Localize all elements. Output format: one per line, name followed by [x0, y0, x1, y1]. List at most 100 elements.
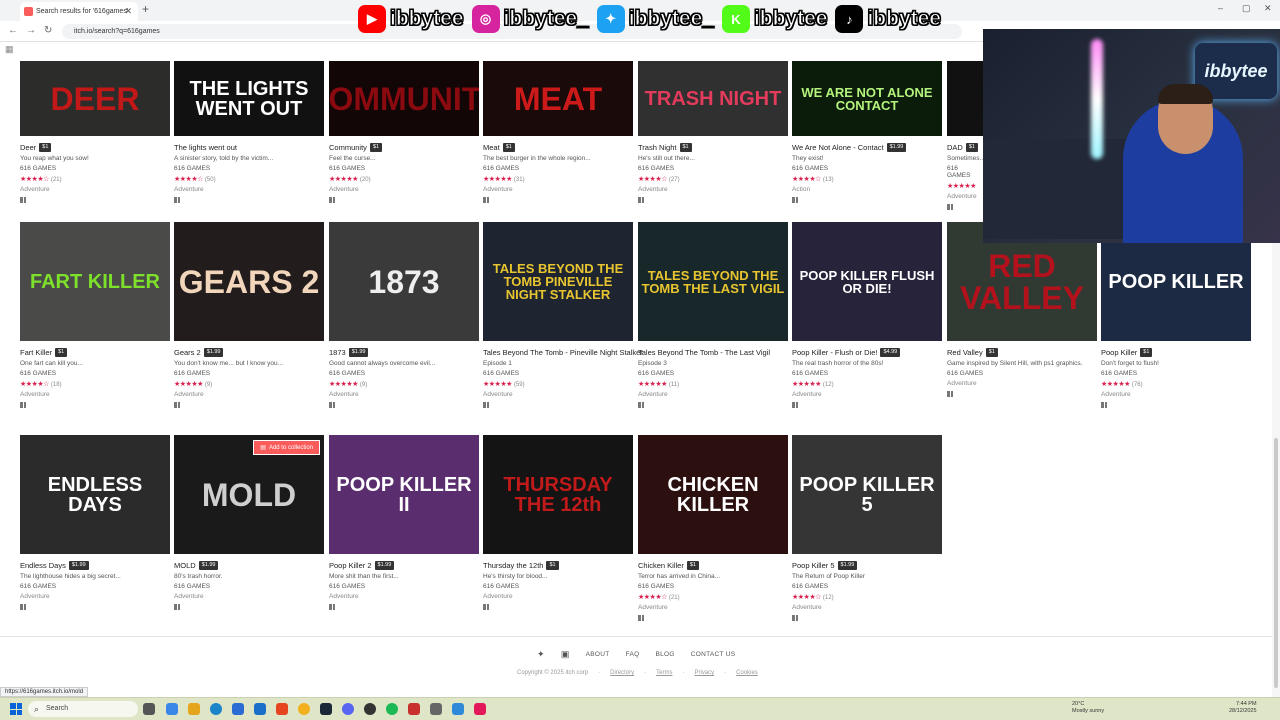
footer-link-directory[interactable]: Directory [610, 670, 634, 676]
game-card[interactable]: WE ARE NOT ALONE CONTACT We Are Not Alone… [792, 61, 942, 203]
game-thumbnail[interactable]: THURSDAY THE 12th [483, 435, 633, 554]
game-author[interactable]: 616 GAMES [20, 165, 170, 172]
game-thumbnail[interactable]: TRASH NIGHT [638, 61, 788, 136]
game-title[interactable]: Poop Killer 5 [792, 561, 835, 570]
game-card[interactable]: ENDLESS DAYS Endless Days $1.99 The lightho… [20, 435, 170, 610]
game-title[interactable]: Chicken Killer [638, 561, 684, 570]
game-card[interactable]: RED VALLEY Red Valley $1 Game inspired by S… [947, 222, 1097, 397]
system-clock[interactable]: 7:44 PM 28/12/2025 [1229, 701, 1257, 715]
game-title[interactable]: Meat [483, 143, 500, 152]
app-icon[interactable] [166, 703, 178, 715]
app-icon[interactable] [474, 703, 486, 715]
game-title-row[interactable]: Tales Beyond The Tomb - The Last Vigil [638, 348, 788, 357]
footer-link-privacy[interactable]: Privacy [694, 670, 714, 676]
game-title[interactable]: The lights went out [174, 143, 237, 152]
game-author[interactable]: 616 GAMES [174, 165, 324, 172]
game-thumbnail[interactable]: THE LIGHTS WENT OUT [174, 61, 324, 136]
footer-link-faq[interactable]: FAQ [626, 651, 640, 658]
game-title[interactable]: Tales Beyond The Tomb - Pineville Night … [483, 348, 643, 357]
game-card[interactable]: TALES BEYOND THE TOMB THE LAST VIGIL Tale… [638, 222, 788, 408]
game-card[interactable]: THE LIGHTS WENT OUT The lights went out A … [174, 61, 324, 203]
game-title[interactable]: Community [329, 143, 367, 152]
game-card[interactable]: DEER Deer $1 You reap what you sow! 616 GAME… [20, 61, 170, 203]
game-author[interactable]: 616 GAMES [329, 583, 479, 590]
game-title-row[interactable]: Poop Killer 2 $1.99 [329, 561, 479, 570]
game-author[interactable]: 616 GAMES [792, 583, 942, 590]
game-thumbnail[interactable]: POOP KILLER II [329, 435, 479, 554]
add-to-collection-button[interactable]: ▤ Add to collection [253, 440, 320, 455]
app-icon[interactable] [254, 703, 266, 715]
game-title-row[interactable]: MOLD $1.99 [174, 561, 324, 570]
game-author[interactable]: 616 GAMES [20, 583, 170, 590]
twitter-icon[interactable]: ✦ [537, 649, 545, 660]
game-card[interactable]: CHICKEN KILLER Chicken Killer $1 Terror has… [638, 435, 788, 621]
obs-icon[interactable] [364, 703, 376, 715]
game-author[interactable]: 616 GAMES [483, 370, 633, 377]
brave-icon[interactable] [276, 703, 288, 715]
game-title-row[interactable]: Tales Beyond The Tomb - Pineville Night … [483, 348, 643, 357]
footer-link-cookies[interactable]: Cookies [736, 670, 758, 676]
game-author[interactable]: 616 GAMES [638, 165, 788, 172]
game-card[interactable]: POOP KILLER II Poop Killer 2 $1.99 More shi… [329, 435, 479, 610]
game-thumbnail[interactable]: GEARS 2 [174, 222, 324, 341]
chrome-icon[interactable] [298, 703, 310, 715]
game-thumbnail[interactable]: WE ARE NOT ALONE CONTACT [792, 61, 942, 136]
game-thumbnail[interactable]: DEER [20, 61, 170, 136]
game-title[interactable]: Thursday the 12th [483, 561, 543, 570]
footer-link-terms[interactable]: Terms [656, 670, 672, 676]
game-title-row[interactable]: Community $1 [329, 143, 479, 152]
game-author[interactable]: 616 GAMES [792, 165, 942, 172]
game-author[interactable]: 616 GAMES [1101, 370, 1251, 377]
apps-icon[interactable]: ▦ [5, 44, 14, 55]
windows-start-icon[interactable] [10, 703, 22, 715]
game-author[interactable]: 616 GAMES [792, 370, 942, 377]
game-title[interactable]: DAD [947, 143, 963, 152]
maximize-button[interactable]: ▢ [1242, 3, 1251, 14]
game-title-row[interactable]: Poop Killer 5 $1.99 [792, 561, 942, 570]
game-thumbnail[interactable]: COMMUNITY [329, 61, 479, 136]
file-explorer-icon[interactable] [188, 703, 200, 715]
game-author[interactable]: 616 GAMES [20, 370, 170, 377]
game-author[interactable]: 616 GAMES [174, 370, 324, 377]
browser-tab[interactable]: Search results for '616games' ✕ [20, 2, 138, 21]
game-card[interactable]: POOP KILLER FLUSH OR DIE! Poop Killer - F… [792, 222, 942, 408]
game-title[interactable]: Trash Night [638, 143, 677, 152]
game-title-row[interactable]: Poop Killer $1 [1101, 348, 1251, 357]
edge-icon[interactable] [210, 703, 222, 715]
game-card[interactable]: POOP KILLER 5 Poop Killer 5 $1.99 The Retur… [792, 435, 942, 621]
game-card[interactable]: MEAT Meat $1 The best burger in the whole r… [483, 61, 633, 203]
scrollbar-thumb[interactable] [1274, 438, 1278, 688]
game-title-row[interactable]: Thursday the 12th $1 [483, 561, 633, 570]
game-title-row[interactable]: Endless Days $1.99 [20, 561, 170, 570]
close-window-button[interactable]: ✕ [1264, 3, 1272, 14]
game-thumbnail[interactable]: POOP KILLER 5 [792, 435, 942, 554]
game-card[interactable]: TRASH NIGHT Trash Night $1 He's still out t… [638, 61, 788, 203]
game-title[interactable]: Tales Beyond The Tomb - The Last Vigil [638, 348, 770, 357]
reload-icon[interactable]: ↻ [44, 25, 52, 36]
game-thumbnail[interactable]: TALES BEYOND THE TOMB PINEVILLE NIGHT ST… [483, 222, 633, 341]
game-title[interactable]: 1873 [329, 348, 346, 357]
app-icon[interactable] [452, 703, 464, 715]
game-author[interactable]: 616 GAMES [329, 165, 479, 172]
game-title[interactable]: Poop Killer - Flush or Die! [792, 348, 877, 357]
game-title[interactable]: Poop Killer [1101, 348, 1137, 357]
footer-link-contact[interactable]: CONTACT US [691, 651, 736, 658]
taskbar-search[interactable]: ⌕ Search [28, 701, 138, 717]
close-tab-icon[interactable]: ✕ [124, 2, 132, 21]
game-author[interactable]: 616 GAMES [174, 583, 324, 590]
game-title-row[interactable]: The lights went out [174, 143, 324, 152]
discord-icon[interactable] [342, 703, 354, 715]
minimize-button[interactable]: – [1218, 3, 1223, 13]
game-title-row[interactable]: Deer $1 [20, 143, 170, 152]
game-thumbnail[interactable]: TALES BEYOND THE TOMB THE LAST VIGIL [638, 222, 788, 341]
footer-link-blog[interactable]: BLOG [655, 651, 674, 658]
forward-icon[interactable]: → [26, 25, 36, 36]
game-title[interactable]: Gears 2 [174, 348, 201, 357]
game-title[interactable]: We Are Not Alone - Contact [792, 143, 884, 152]
game-card[interactable]: GEARS 2 Gears 2 $1.99 You don't know me... … [174, 222, 324, 408]
game-thumbnail[interactable]: ENDLESS DAYS [20, 435, 170, 554]
game-title[interactable]: Poop Killer 2 [329, 561, 372, 570]
game-thumbnail[interactable]: MEAT [483, 61, 633, 136]
game-author[interactable]: 616 GAMES [483, 583, 633, 590]
game-author[interactable]: 616 GAMES [483, 165, 633, 172]
